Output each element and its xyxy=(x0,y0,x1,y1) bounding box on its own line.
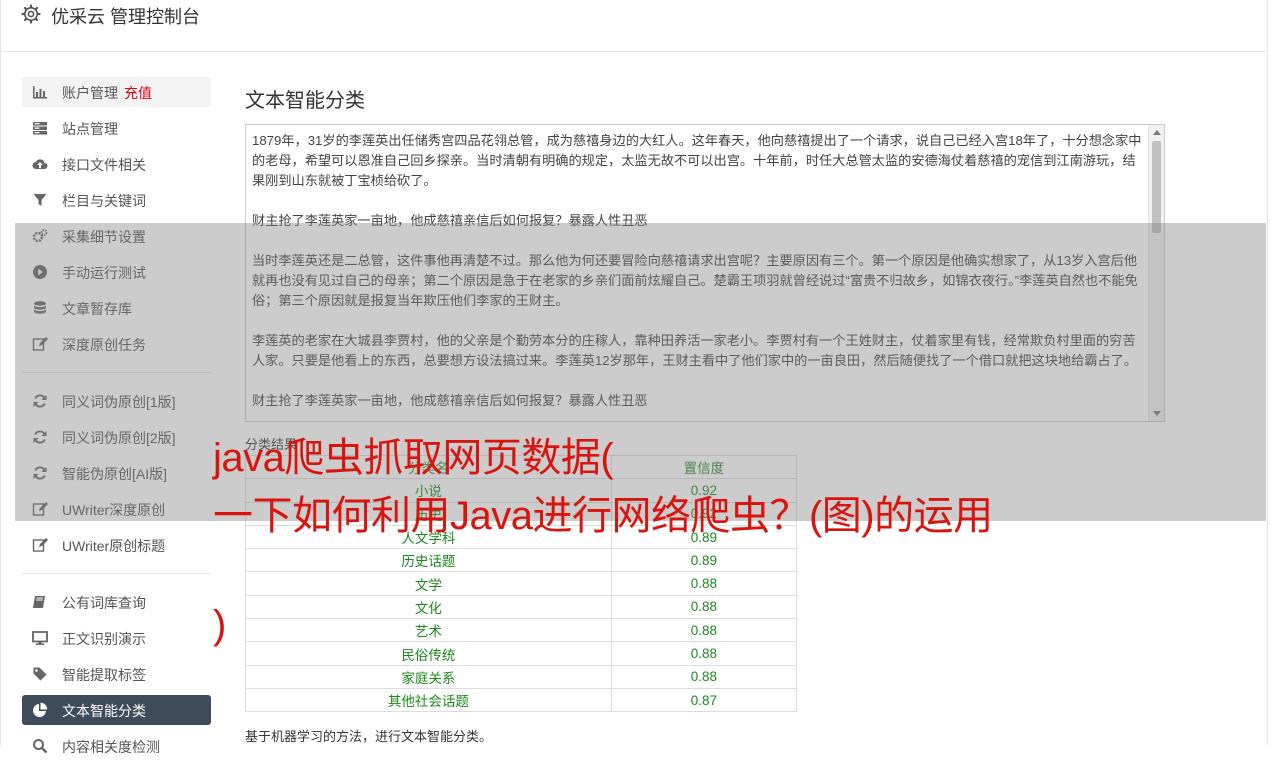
footer-note: 基于机器学习的方法，进行文本智能分类。 xyxy=(245,729,493,744)
page-title: 文本智能分类 xyxy=(245,90,365,112)
filter-icon xyxy=(33,194,47,206)
bar-chart-icon xyxy=(33,86,47,99)
server-icon xyxy=(33,122,47,135)
table-row: 文化 0.88 xyxy=(245,594,798,620)
category-cell: 艺术 xyxy=(245,618,612,643)
sidebar-item-label: 内容相关度检测 xyxy=(62,739,160,755)
sidebar-item-label: 智能提取标签 xyxy=(62,667,146,683)
sidebar-item-text-recognition[interactable]: 正文识别演示 xyxy=(22,623,211,653)
table-row: 家庭关系 0.88 xyxy=(245,664,798,689)
sidebar-item-uwriter-title[interactable]: UWriter原创标题 xyxy=(22,530,211,560)
category-cell: 民俗传统 xyxy=(245,641,612,666)
sidebar-item-label: 接口文件相关 xyxy=(62,157,146,173)
sidebar-item-label: 栏目与关键词 xyxy=(62,193,146,209)
desktop-icon xyxy=(32,631,48,645)
search-icon xyxy=(33,739,48,754)
edit-icon xyxy=(32,538,48,552)
category-cell: 文学 xyxy=(245,571,612,596)
gear-icon xyxy=(21,4,41,24)
sidebar-item-text-classify[interactable]: 文本智能分类 xyxy=(22,695,211,725)
sidebar-item-interface[interactable]: 接口文件相关 xyxy=(22,149,211,179)
confidence-cell: 0.87 xyxy=(610,687,798,713)
sidebar-item-label: 站点管理 xyxy=(62,121,118,137)
sidebar-item-extract-tags[interactable]: 智能提取标签 xyxy=(22,659,211,689)
confidence-cell: 0.88 xyxy=(610,571,798,596)
category-cell: 其他社会话题 xyxy=(245,687,612,713)
right-border xyxy=(1267,0,1268,745)
overlay-title-line-3: ) xyxy=(213,603,226,647)
scroll-up-arrow-icon[interactable] xyxy=(1153,130,1161,135)
sidebar-item-label: UWriter原创标题 xyxy=(62,538,166,554)
confidence-cell: 0.89 xyxy=(610,548,798,573)
confidence-cell: 0.88 xyxy=(610,594,798,620)
sidebar-item-label: 公有词库查询 xyxy=(62,595,146,611)
tag-icon xyxy=(33,667,47,681)
category-cell: 历史话题 xyxy=(245,548,612,573)
table-row: 历史话题 0.89 xyxy=(245,548,798,573)
gray-overlay-band xyxy=(15,223,1266,521)
confidence-cell: 0.88 xyxy=(610,664,798,689)
scrollbar-thumb[interactable] xyxy=(1152,141,1161,233)
table-row: 艺术 0.88 xyxy=(245,618,798,643)
pie-chart-icon xyxy=(33,702,48,717)
sidebar-item-label: 正文识别演示 xyxy=(62,631,146,647)
sidebar-item-label: 文本智能分类 xyxy=(62,703,146,719)
table-row: 其他社会话题 0.87 xyxy=(245,687,798,713)
category-cell: 家庭关系 xyxy=(245,664,612,689)
sidebar-item-account[interactable]: 账户管理 充值 xyxy=(22,77,211,107)
sidebar-divider xyxy=(22,573,211,574)
sidebar-item-sites[interactable]: 站点管理 xyxy=(22,113,211,143)
table-row: 文学 0.88 xyxy=(245,571,798,596)
confidence-cell: 0.88 xyxy=(610,641,798,666)
cloud-upload-icon xyxy=(32,159,48,169)
top-bar: 优采云 管理控制台 xyxy=(0,0,1268,52)
sidebar-item-lexicon[interactable]: 公有词库查询 xyxy=(22,587,211,617)
article-paragraph: 1879年，31岁的李莲英出任储秀宫四品花翎总管，成为慈禧身边的大红人。这年春天… xyxy=(252,133,1142,188)
sidebar-item-columns[interactable]: 栏目与关键词 xyxy=(22,185,211,215)
sidebar-item-relevance[interactable]: 内容相关度检测 xyxy=(22,731,211,761)
book-icon xyxy=(33,596,45,608)
app-title: 优采云 管理控制台 xyxy=(51,7,201,27)
overlay-title-line-1: java爬虫抓取网页数据( xyxy=(213,436,614,480)
confidence-cell: 0.88 xyxy=(610,618,798,643)
recharge-link[interactable]: 充值 xyxy=(124,85,152,101)
table-row: 民俗传统 0.88 xyxy=(245,641,798,666)
overlay-title-line-2: 一下如何利用Java进行网络爬虫？(图)的运用 xyxy=(213,494,993,538)
sidebar-item-label: 账户管理 xyxy=(62,85,118,101)
category-cell: 文化 xyxy=(245,594,612,620)
